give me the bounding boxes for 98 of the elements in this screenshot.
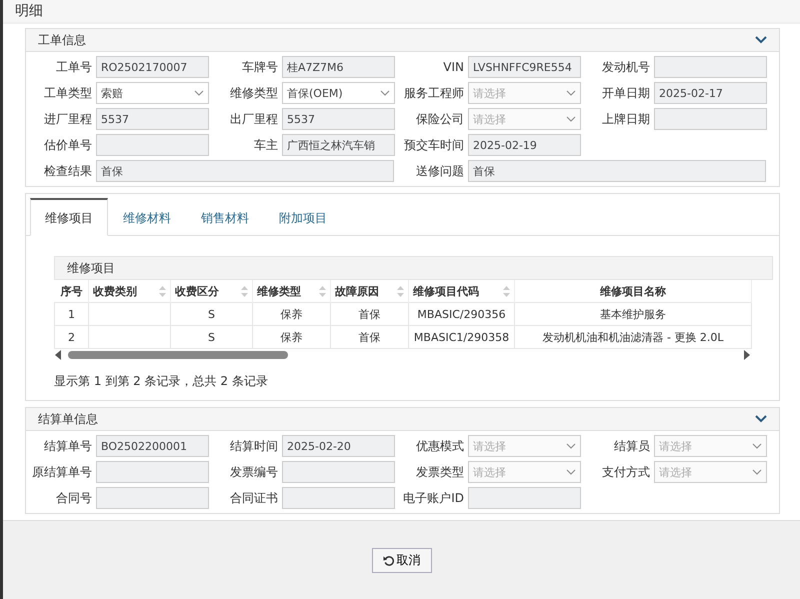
dropdown-icon: [566, 469, 576, 475]
scroll-right-icon[interactable]: [743, 350, 751, 360]
input-field[interactable]: 首保: [468, 160, 766, 182]
select-field[interactable]: 首保(OEM): [282, 82, 395, 104]
field-label: VIN: [442, 60, 464, 74]
field-label: 检查结果: [43, 162, 92, 180]
column-header[interactable]: 收费类别: [88, 280, 170, 302]
panel-title: 工单信息: [38, 32, 86, 48]
field-label: 预交车时间: [403, 136, 464, 154]
undo-icon: [382, 554, 394, 566]
input-field[interactable]: [282, 461, 395, 483]
sort-icon: [503, 286, 510, 296]
field-label: 工单类型: [43, 84, 92, 102]
table-title: 维修项目: [67, 260, 115, 276]
sort-icon: [319, 286, 326, 296]
input-field[interactable]: [282, 487, 395, 509]
field-label: 结算单号: [43, 438, 92, 454]
field-label: 估价单号: [43, 136, 92, 154]
select-field[interactable]: 索赔: [96, 82, 209, 104]
column-header[interactable]: 维修项目代码: [408, 280, 514, 302]
column-header[interactable]: 维修项目名称: [514, 280, 752, 302]
dropdown-icon: [566, 116, 576, 122]
horizontal-scrollbar[interactable]: [54, 349, 751, 361]
cancel-button[interactable]: 取消: [372, 548, 432, 572]
table-cell: 首保: [330, 302, 408, 326]
field-label: 服务工程师: [403, 84, 464, 102]
field-label: 维修类型: [229, 84, 278, 102]
dropdown-icon: [566, 443, 576, 449]
field-label: 送修问题: [415, 162, 464, 180]
collapse-icon[interactable]: [755, 415, 767, 423]
tab[interactable]: 维修材料: [108, 198, 186, 236]
input-field[interactable]: 桂A7Z7M6: [282, 56, 395, 78]
field-label: 进厂里程: [43, 110, 92, 128]
table-cell: 基本维护服务: [514, 302, 752, 326]
table-cell: 2: [54, 326, 88, 348]
input-field[interactable]: RO2502170007: [96, 56, 209, 78]
field-label: 合同证书: [229, 490, 278, 506]
window-title: 明细: [15, 2, 43, 20]
field-label: 出厂里程: [229, 110, 278, 128]
panel-title: 结算单信息: [38, 410, 98, 428]
table-cell: 保养: [252, 302, 330, 326]
input-field[interactable]: [96, 134, 209, 156]
input-field[interactable]: [654, 108, 767, 130]
table-cell: 1: [54, 302, 88, 326]
table-cell: 发动机机油和机油滤清器 - 更换 2.0L: [514, 326, 752, 348]
field-label: 发动机号: [601, 58, 650, 76]
field-label: 开单日期: [601, 84, 650, 102]
field-label: 发票类型: [415, 464, 464, 480]
dropdown-icon: [194, 90, 204, 96]
field-label: 结算员: [613, 438, 650, 454]
table-cell: MBASIC1/290358: [408, 326, 514, 348]
field-label: 合同号: [55, 490, 92, 506]
sort-icon: [397, 286, 404, 296]
collapse-icon[interactable]: [755, 36, 767, 44]
table-cell: 保养: [252, 326, 330, 348]
column-header[interactable]: 收费区分: [170, 280, 252, 302]
sort-icon: [241, 286, 248, 296]
sort-icon: [159, 286, 166, 296]
field-label: 车主: [253, 136, 278, 154]
table-cell: S: [170, 302, 252, 326]
table-cell: 首保: [330, 326, 408, 348]
field-label: 上牌日期: [601, 110, 650, 128]
tab[interactable]: 销售材料: [186, 198, 264, 236]
column-header[interactable]: 故障原因: [330, 280, 408, 302]
input-field[interactable]: [96, 461, 209, 483]
input-field[interactable]: [96, 487, 209, 509]
tab[interactable]: 附加项目: [264, 198, 342, 236]
field-label: 工单号: [55, 58, 92, 76]
field-label: 电子账户ID: [402, 490, 464, 506]
input-field[interactable]: 2025-02-17: [654, 82, 767, 104]
column-header[interactable]: 维修类型: [252, 280, 330, 302]
field-label: 支付方式: [601, 464, 650, 480]
field-label: 发票编号: [229, 464, 278, 480]
input-field[interactable]: 2025-02-20: [282, 435, 395, 457]
record-count: 显示第 1 到第 2 条记录，总共 2 条记录: [54, 373, 269, 390]
input-field[interactable]: LVSHNFFC9RE554: [468, 56, 581, 78]
table-cell: MBASIC/290356: [408, 302, 514, 326]
field-label: 原结算单号: [31, 464, 92, 480]
input-field[interactable]: 广西恒之林汽车销: [282, 134, 395, 156]
field-label: 结算时间: [229, 438, 278, 454]
input-field[interactable]: [468, 487, 581, 509]
dropdown-icon: [752, 469, 762, 475]
field-label: 优惠模式: [415, 438, 464, 454]
input-field[interactable]: 5537: [282, 108, 395, 130]
input-field[interactable]: BO2502200001: [96, 435, 209, 457]
input-field[interactable]: 5537: [96, 108, 209, 130]
dropdown-icon: [380, 90, 390, 96]
tab[interactable]: 维修项目: [30, 198, 108, 236]
input-field[interactable]: 首保: [96, 160, 394, 182]
field-label: 车牌号: [241, 58, 278, 76]
scroll-left-icon[interactable]: [54, 350, 62, 360]
dropdown-icon: [566, 90, 576, 96]
column-header[interactable]: 序号: [54, 280, 88, 302]
dropdown-icon: [752, 443, 762, 449]
input-field[interactable]: [654, 56, 767, 78]
input-field[interactable]: 2025-02-19: [468, 134, 581, 156]
field-label: 保险公司: [415, 110, 464, 128]
table-cell: S: [170, 326, 252, 348]
